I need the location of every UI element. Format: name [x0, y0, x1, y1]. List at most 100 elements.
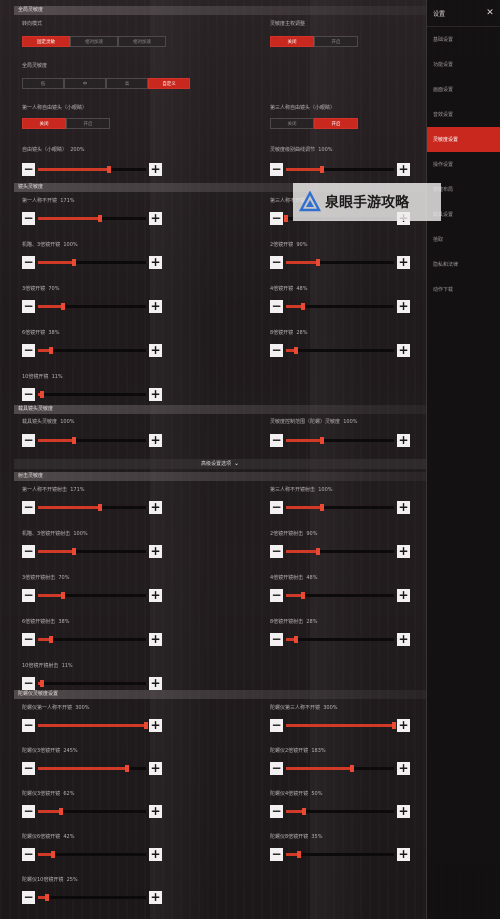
slider-track[interactable] — [286, 437, 394, 444]
plus-button[interactable]: + — [397, 633, 410, 646]
slider-handle[interactable] — [51, 851, 56, 858]
slider-handle[interactable] — [40, 391, 45, 398]
slider-handle[interactable] — [71, 548, 76, 555]
sidebar-item[interactable]: 拾取 — [427, 227, 500, 252]
minus-button[interactable]: − — [270, 762, 283, 775]
minus-button[interactable]: − — [22, 256, 35, 269]
slider-handle[interactable] — [296, 851, 301, 858]
minus-button[interactable]: − — [22, 163, 35, 176]
slider-track[interactable] — [286, 166, 394, 173]
minus-button[interactable]: − — [22, 589, 35, 602]
mode-option[interactable]: 固定灵敏 — [22, 36, 70, 47]
sidebar-item[interactable]: 画面设置 — [427, 77, 500, 102]
slider-track[interactable] — [38, 636, 146, 643]
slider-track[interactable] — [38, 347, 146, 354]
slider-track[interactable] — [286, 592, 394, 599]
fp-free-look-on[interactable]: 开启 — [66, 118, 110, 129]
plus-button[interactable]: + — [149, 589, 162, 602]
slider-handle[interactable] — [301, 303, 306, 310]
plus-button[interactable]: + — [149, 762, 162, 775]
minus-button[interactable]: − — [22, 344, 35, 357]
plus-button[interactable]: + — [149, 805, 162, 818]
slider-track[interactable] — [38, 215, 146, 222]
plus-button[interactable]: + — [149, 388, 162, 401]
slider-track[interactable] — [286, 548, 394, 555]
slider-track[interactable] — [38, 259, 146, 266]
slider-track[interactable] — [38, 437, 146, 444]
plus-button[interactable]: + — [397, 163, 410, 176]
slider-track[interactable] — [286, 259, 394, 266]
plus-button[interactable]: + — [397, 300, 410, 313]
slider-handle[interactable] — [293, 636, 298, 643]
plus-button[interactable]: + — [149, 212, 162, 225]
mode-option[interactable]: 相对加速 — [118, 36, 166, 47]
slider-handle[interactable] — [301, 592, 306, 599]
slider-handle[interactable] — [319, 504, 324, 511]
global-option-custom[interactable]: 自定义 — [148, 78, 190, 89]
plus-button[interactable]: + — [149, 891, 162, 904]
slider-track[interactable] — [286, 851, 394, 858]
slider-handle[interactable] — [107, 166, 112, 173]
slider-track[interactable] — [38, 166, 146, 173]
minus-button[interactable]: − — [270, 300, 283, 313]
slider-track[interactable] — [286, 722, 396, 729]
slider-handle[interactable] — [316, 259, 321, 266]
slider-handle[interactable] — [48, 636, 53, 643]
plus-button[interactable]: + — [397, 719, 410, 732]
slider-handle[interactable] — [319, 166, 324, 173]
advanced-settings-toggle[interactable]: 高级设置选项 ⌄ — [14, 459, 426, 469]
plus-button[interactable]: + — [397, 344, 410, 357]
slider-handle[interactable] — [97, 504, 102, 511]
plus-button[interactable]: + — [149, 434, 162, 447]
minus-button[interactable]: − — [22, 434, 35, 447]
global-option-low[interactable]: 低 — [22, 78, 64, 89]
minus-button[interactable]: − — [22, 719, 35, 732]
minus-button[interactable]: − — [22, 633, 35, 646]
minus-button[interactable]: − — [22, 300, 35, 313]
slider-handle[interactable] — [319, 437, 324, 444]
minus-button[interactable]: − — [22, 212, 35, 225]
minus-button[interactable]: − — [270, 501, 283, 514]
slider-track[interactable] — [38, 303, 146, 310]
minus-button[interactable]: − — [22, 388, 35, 401]
slider-handle[interactable] — [144, 722, 148, 729]
plus-button[interactable]: + — [149, 163, 162, 176]
slider-track[interactable] — [38, 680, 146, 687]
minus-button[interactable]: − — [270, 589, 283, 602]
minus-button[interactable]: − — [270, 212, 283, 225]
minus-button[interactable]: − — [22, 501, 35, 514]
slider-track[interactable] — [286, 636, 394, 643]
slider-track[interactable] — [286, 765, 394, 772]
minus-button[interactable]: − — [270, 344, 283, 357]
plus-button[interactable]: + — [397, 762, 410, 775]
global-option-mid[interactable]: 中 — [64, 78, 106, 89]
plus-button[interactable]: + — [149, 300, 162, 313]
sidebar-item[interactable]: 隐私和法律 — [427, 252, 500, 277]
plus-button[interactable]: + — [397, 501, 410, 514]
slider-track[interactable] — [38, 391, 146, 398]
minus-button[interactable]: − — [22, 762, 35, 775]
fp-free-look-off[interactable]: 关闭 — [22, 118, 66, 129]
plus-button[interactable]: + — [397, 434, 410, 447]
sidebar-item[interactable]: 动作下载 — [427, 277, 500, 302]
minus-button[interactable]: − — [270, 545, 283, 558]
slider-track[interactable] — [38, 894, 146, 901]
plus-button[interactable]: + — [149, 344, 162, 357]
slider-track[interactable] — [286, 303, 394, 310]
minus-button[interactable]: − — [22, 677, 35, 690]
slider-handle[interactable] — [302, 808, 307, 815]
tp-free-look-on[interactable]: 开启 — [314, 118, 358, 129]
slider-handle[interactable] — [48, 347, 53, 354]
slider-handle[interactable] — [60, 592, 65, 599]
slider-track[interactable] — [38, 504, 146, 511]
slider-track[interactable] — [38, 548, 146, 555]
plus-button[interactable]: + — [149, 256, 162, 269]
global-option-high[interactable]: 高 — [106, 78, 148, 89]
slider-handle[interactable] — [60, 303, 65, 310]
minus-button[interactable]: − — [270, 805, 283, 818]
minus-button[interactable]: − — [270, 256, 283, 269]
slider-track[interactable] — [38, 808, 146, 815]
slider-handle[interactable] — [97, 215, 102, 222]
slider-track[interactable] — [286, 504, 394, 511]
plus-button[interactable]: + — [149, 633, 162, 646]
